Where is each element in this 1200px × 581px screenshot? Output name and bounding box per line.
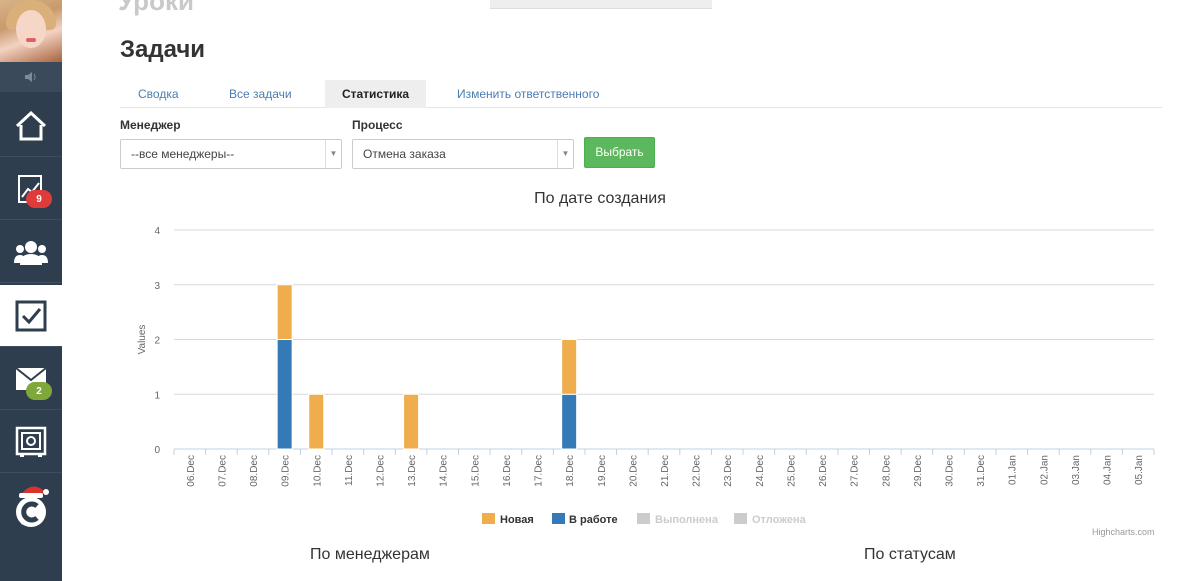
y-axis-title: Values	[137, 325, 148, 355]
bar	[561, 393, 578, 450]
legend-item[interactable]: Новая	[500, 514, 534, 526]
x-tick-label: 09.Dec	[281, 455, 292, 487]
y-tick-label: 4	[154, 226, 160, 237]
x-tick-label: 02.Jan	[1039, 455, 1050, 485]
x-tick-label: 04.Jan	[1103, 455, 1114, 485]
y-tick-label: 2	[154, 336, 160, 347]
x-tick-label: 12.Dec	[375, 455, 386, 487]
y-tick-label: 0	[154, 445, 160, 456]
x-tick-label: 05.Jan	[1134, 455, 1145, 485]
x-tick-label: 28.Dec	[881, 455, 892, 487]
legend-swatch	[482, 513, 495, 524]
chart-area: 0 1 2 3 4 Values 06.Dec 07.Dec 08.Dec 09.Dec 10.De…	[137, 226, 1155, 526]
x-tick-label: 22.Dec	[692, 455, 703, 487]
x-tick-label: 24.Dec	[755, 455, 766, 487]
x-tick-label: 30.Dec	[945, 455, 956, 487]
x-tick-label: 18.Dec	[565, 455, 576, 487]
legend-item[interactable]: Отложена	[752, 514, 807, 526]
x-tick-label: 29.Dec	[913, 455, 924, 487]
x-tick-label: 19.Dec	[597, 455, 608, 487]
x-tick-label: 01.Jan	[1008, 455, 1019, 485]
x-tick-label: 17.Dec	[534, 455, 545, 487]
section-title-managers: По менеджерам	[310, 546, 430, 563]
x-tick-label: 25.Dec	[786, 455, 797, 487]
x-tick-label: 14.Dec	[439, 455, 450, 487]
chart-credits[interactable]: Highcharts.com	[1092, 527, 1155, 537]
x-tick-label: 08.Dec	[249, 455, 260, 487]
x-tick-label: 23.Dec	[723, 455, 734, 487]
x-tick-label: 21.Dec	[660, 455, 671, 487]
x-tick-label: 26.Dec	[818, 455, 829, 487]
x-tick-label: 07.Dec	[217, 455, 228, 487]
bar	[403, 393, 420, 450]
x-tick-label: 10.Dec	[312, 455, 323, 487]
bar	[276, 284, 293, 340]
x-tick-label: 15.Dec	[470, 455, 481, 487]
legend-item[interactable]: Выполнена	[655, 514, 719, 526]
legend-item[interactable]: В работе	[569, 514, 618, 526]
bar	[308, 393, 325, 450]
legend-swatch	[734, 513, 747, 524]
x-tick-label: 31.Dec	[976, 455, 987, 487]
x-tick-label: 11.Dec	[344, 455, 355, 486]
x-tick-label: 06.Dec	[186, 455, 197, 487]
x-tick-label: 27.Dec	[850, 455, 861, 487]
bar	[561, 339, 578, 395]
legend-swatch	[552, 513, 565, 524]
x-tick-label: 03.Jan	[1071, 455, 1082, 485]
section-title-statuses: По статусам	[864, 546, 956, 563]
legend-swatch	[637, 513, 650, 524]
x-tick-label: 13.Dec	[407, 455, 418, 487]
y-tick-label: 1	[154, 390, 160, 401]
y-tick-label: 3	[154, 281, 160, 292]
bar	[276, 339, 293, 450]
x-tick-label: 20.Dec	[628, 455, 639, 487]
x-tick-label: 16.Dec	[502, 455, 513, 487]
